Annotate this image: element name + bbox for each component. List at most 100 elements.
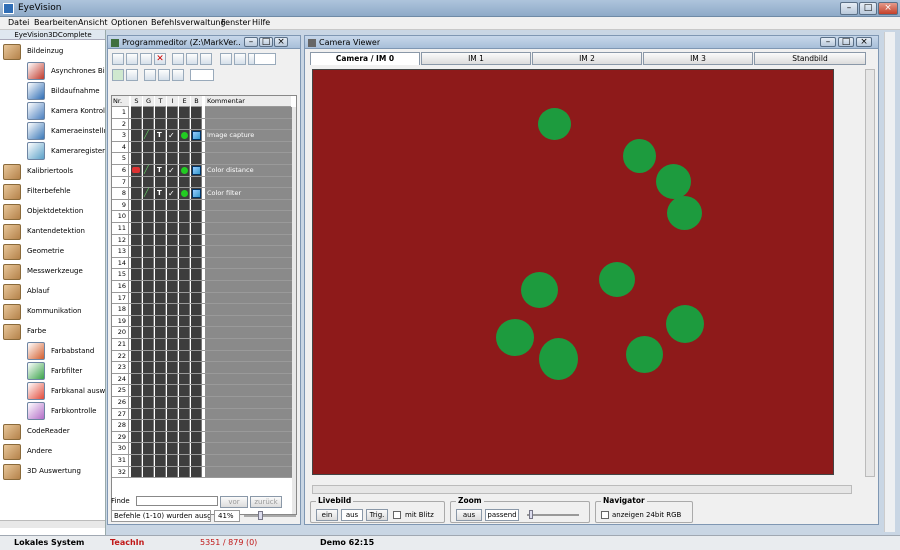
color-select[interactable] [254,53,276,65]
tree-category[interactable]: Filterbefehle [3,182,105,202]
tree-category[interactable]: CodeReader [3,422,105,442]
new-file-icon[interactable] [112,53,124,65]
program-row[interactable]: 29 [112,431,296,444]
run-program-icon[interactable] [112,69,124,81]
program-row[interactable]: 22 [112,350,296,363]
zoom-off-button[interactable]: aus [456,509,482,521]
program-row[interactable]: 21 [112,339,296,351]
program-row[interactable]: 27 [112,408,296,421]
menu-datei[interactable]: Datei [8,18,29,27]
livebild-off-button[interactable]: aus [341,509,363,521]
minimize-button[interactable]: – [840,2,858,15]
tab-im1[interactable]: IM 1 [421,52,531,65]
program-row[interactable]: 17 [112,292,296,305]
tree-command[interactable]: Bildaufnahme [24,82,105,102]
tree-category[interactable]: Andere [3,442,105,462]
edit-icon[interactable] [234,53,246,65]
menu-bearbeiten[interactable]: Bearbeiten [34,18,78,27]
save-file-icon[interactable] [140,53,152,65]
tree-command[interactable]: Kameraregister Zugriff [24,142,105,162]
close-button[interactable]: × [878,2,898,15]
delete-icon[interactable]: ✕ [154,53,166,65]
indent-icon[interactable] [172,69,184,81]
tree-category[interactable]: Messwerkzeuge [3,262,105,282]
program-row[interactable]: 19 [112,315,296,328]
flash-checkbox[interactable] [393,511,401,519]
mode-select[interactable] [190,69,214,81]
program-row[interactable]: 15 [112,269,296,281]
viewer-zoom-slider-thumb[interactable] [529,510,533,519]
program-row[interactable]: 20 [112,327,296,339]
open-file-icon[interactable] [126,53,138,65]
program-row[interactable]: 24 [112,373,296,386]
editor-close-button[interactable]: × [274,37,288,47]
tree-command[interactable]: Asynchrones Bildeinzug [24,62,105,82]
tab-standbild[interactable]: Standbild [754,52,866,65]
program-row[interactable]: 5 [112,153,296,165]
program-row[interactable]: 11 [112,223,296,235]
grid-vertical-scrollbar[interactable] [292,107,296,514]
editor-maximize-button[interactable]: □ [259,37,273,47]
viewer-zoom-slider[interactable] [527,514,579,516]
tab-im3[interactable]: IM 3 [643,52,753,65]
program-row[interactable]: 3 ╱ T ✓ Image capture [112,130,296,142]
align-right-icon[interactable] [158,69,170,81]
program-row[interactable]: 25 [112,385,296,397]
tree-category[interactable]: Kommunikation [3,302,105,322]
find-input[interactable] [136,496,218,506]
tree-category[interactable]: 3D Auswertung [3,462,105,482]
editor-zoom-slider[interactable] [244,515,296,517]
tree-category[interactable]: Kalibriertools [3,162,105,182]
menu-befehlsverwaltung[interactable]: Befehlsverwaltung [151,18,226,27]
program-row[interactable]: 14 [112,257,296,270]
zoom-fit-button[interactable]: passend [485,509,519,521]
trigger-button[interactable]: Trig. [366,509,388,521]
viewer-vertical-scrollbar[interactable] [865,69,875,477]
viewer-horizontal-scrollbar[interactable] [312,485,852,494]
tree-category[interactable]: Kantendetektion [3,222,105,242]
program-row[interactable]: 6 ╱ T ✓ Color distance [112,165,296,177]
program-row[interactable]: 7 [112,176,296,189]
viewer-minimize-button[interactable]: – [820,37,836,47]
tree-command[interactable]: Farbkanal auswählen [24,382,105,402]
program-row[interactable]: 26 [112,397,296,409]
program-row[interactable]: 9 [112,199,296,212]
program-row[interactable]: 1 [112,107,296,119]
step-icon[interactable] [126,69,138,81]
program-row[interactable]: 32 [112,466,296,479]
copy-icon[interactable] [186,53,198,65]
tree-category[interactable]: Farbe [3,322,105,342]
menu-hilfe[interactable]: Hilfe [252,18,270,27]
tree-command[interactable]: Kameraeinstellungen [24,122,105,142]
program-row[interactable]: 2 [112,118,296,131]
program-row[interactable]: 13 [112,246,296,258]
tree-command[interactable]: Kamera Kontrolle [24,102,105,122]
tree-horizontal-scrollbar[interactable] [0,520,105,528]
main-vertical-scrollbar[interactable] [884,32,895,532]
tab-camera-im0[interactable]: Camera / IM 0 [310,52,420,65]
print-icon[interactable] [220,53,232,65]
align-left-icon[interactable] [144,69,156,81]
program-row[interactable]: 8 ╱ T ✓ Color filter [112,188,296,200]
menu-optionen[interactable]: Optionen [111,18,148,27]
program-row[interactable]: 10 [112,211,296,223]
menu-fenster[interactable]: Fenster [221,18,251,27]
tree-command[interactable]: Farbkontrolle [24,402,105,422]
program-row[interactable]: 4 [112,141,296,154]
program-row[interactable]: 23 [112,362,296,374]
tree-category[interactable]: Geometrie [3,242,105,262]
tree-category[interactable]: Ablauf [3,282,105,302]
tree-command[interactable]: Farbfilter [24,362,105,382]
editor-minimize-button[interactable]: – [244,37,258,47]
program-row[interactable]: 16 [112,281,296,293]
maximize-button[interactable]: □ [859,2,877,15]
program-row[interactable]: 31 [112,455,296,467]
camera-image-canvas[interactable] [312,69,834,475]
find-next-button[interactable]: vor [220,496,248,508]
tab-im2[interactable]: IM 2 [532,52,642,65]
find-back-button[interactable]: zurück [250,496,282,508]
program-row[interactable]: 30 [112,443,296,455]
navigator-show-checkbox[interactable] [601,511,609,519]
viewer-close-button[interactable]: × [856,37,872,47]
program-row[interactable]: 28 [112,420,296,432]
